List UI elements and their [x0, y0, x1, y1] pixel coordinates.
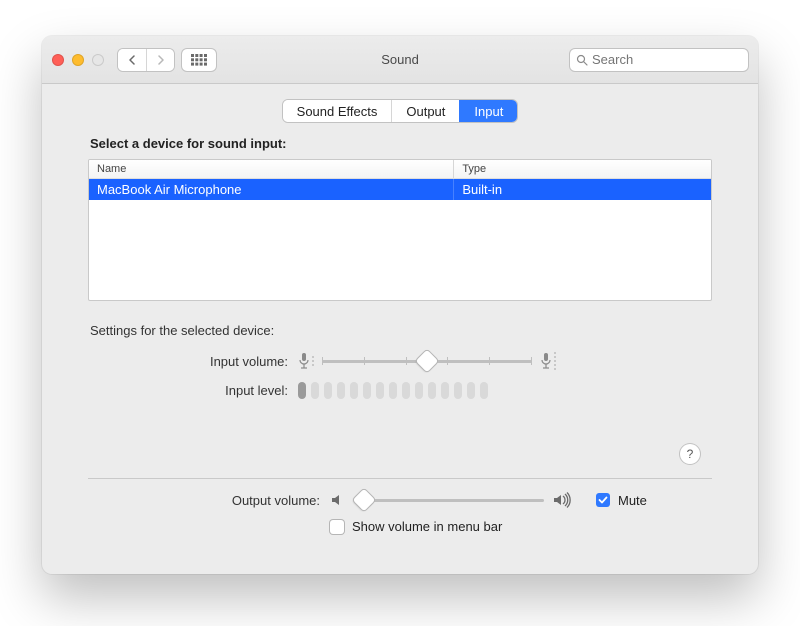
output-volume-slider[interactable]: [354, 491, 544, 509]
grid-icon: [191, 54, 207, 66]
column-name[interactable]: Name: [89, 160, 453, 178]
select-device-heading: Select a device for sound input:: [90, 136, 712, 151]
forward-button[interactable]: [146, 49, 174, 71]
output-volume-label: Output volume:: [120, 493, 330, 508]
divider: [88, 478, 712, 479]
input-volume-row: Input volume:: [88, 352, 712, 370]
slider-thumb[interactable]: [416, 350, 439, 373]
tab-sound-effects[interactable]: Sound Effects: [283, 100, 392, 122]
microphone-low-icon: [298, 352, 314, 370]
level-segment: [350, 382, 358, 399]
zoom-window-button[interactable]: [92, 54, 104, 66]
level-segment: [415, 382, 423, 399]
speaker-low-icon: [330, 492, 346, 508]
level-segment: [311, 382, 319, 399]
table-empty-area[interactable]: [89, 200, 711, 300]
level-segment: [389, 382, 397, 399]
output-volume-row: Output volume: Mu: [120, 491, 680, 509]
microphone-high-icon: [540, 352, 556, 370]
input-devices-table: Name Type MacBook Air Microphone Built-i…: [88, 159, 712, 301]
level-segment: [441, 382, 449, 399]
tab-output[interactable]: Output: [391, 100, 459, 122]
settings-heading: Settings for the selected device:: [90, 323, 712, 338]
device-name: MacBook Air Microphone: [89, 179, 453, 200]
sound-preferences-window: Sound Sound Effects Output Input Select …: [42, 36, 758, 574]
level-segment: [467, 382, 475, 399]
titlebar: Sound: [42, 36, 758, 84]
column-type[interactable]: Type: [453, 160, 711, 178]
minimize-window-button[interactable]: [72, 54, 84, 66]
search-input[interactable]: [588, 51, 742, 68]
back-button[interactable]: [118, 49, 146, 71]
table-row[interactable]: MacBook Air Microphone Built-in: [89, 179, 711, 200]
slider-thumb[interactable]: [352, 489, 375, 512]
level-segment: [324, 382, 332, 399]
nav-back-forward: [118, 49, 174, 71]
chevron-left-icon: [128, 55, 136, 65]
show-all-prefs-button[interactable]: [182, 49, 216, 71]
table-header: Name Type: [89, 160, 711, 179]
search-field-wrapper[interactable]: [570, 49, 748, 71]
global-volume-section: Output volume: Mu: [42, 491, 758, 534]
level-segment: [454, 382, 462, 399]
level-segment: [402, 382, 410, 399]
window-controls: [52, 54, 104, 66]
input-pane: Select a device for sound input: Name Ty…: [42, 136, 758, 399]
device-type: Built-in: [453, 179, 711, 200]
tabs-row: Sound Effects Output Input: [42, 84, 758, 136]
level-segment: [480, 382, 488, 399]
mute-checkbox[interactable]: [596, 493, 610, 507]
input-volume-slider[interactable]: [322, 352, 532, 370]
chevron-right-icon: [157, 55, 165, 65]
level-segment: [337, 382, 345, 399]
help-button[interactable]: ?: [680, 444, 700, 464]
level-segment: [376, 382, 384, 399]
input-volume-label: Input volume:: [88, 354, 298, 369]
input-level-meter: [298, 382, 488, 399]
show-in-menu-bar-row: Show volume in menu bar: [120, 519, 680, 534]
level-segment: [363, 382, 371, 399]
level-segment: [428, 382, 436, 399]
sound-tabs: Sound Effects Output Input: [283, 100, 518, 122]
level-segment: [298, 382, 306, 399]
mute-label: Mute: [618, 493, 647, 508]
tab-input[interactable]: Input: [459, 100, 517, 122]
speaker-high-icon: [552, 492, 574, 508]
show-in-menu-bar-checkbox[interactable]: [330, 520, 344, 534]
input-level-label: Input level:: [88, 383, 298, 398]
show-in-menu-bar-label: Show volume in menu bar: [352, 519, 502, 534]
input-level-row: Input level:: [88, 382, 712, 399]
search-icon: [576, 54, 588, 66]
close-window-button[interactable]: [52, 54, 64, 66]
